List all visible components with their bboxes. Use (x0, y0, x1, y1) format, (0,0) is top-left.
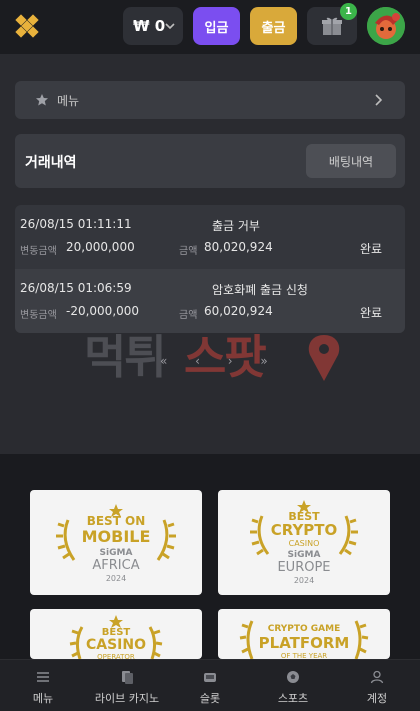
chevron-right-icon (375, 94, 383, 106)
award-card: BEST ON MOBILE SiGMA AFRICA 2024 (30, 490, 202, 595)
change-label: 변동금액 (20, 310, 57, 321)
award-card: BEST CASINO OPERATOR (30, 609, 202, 661)
balance-amount: ₩ 0 (133, 17, 166, 35)
ball-icon (287, 671, 299, 683)
user-icon (370, 670, 384, 684)
nav-item-account[interactable]: 계정 (352, 660, 402, 711)
award-region: AFRICA (92, 558, 140, 573)
transactions-header: 거래내역 배팅내역 (15, 134, 405, 188)
chevron-down-icon (165, 23, 175, 30)
avatar[interactable] (367, 7, 405, 45)
nav-label: 라이브 카지노 (94, 692, 160, 705)
bet-history-button[interactable]: 배팅내역 (306, 144, 396, 178)
amount-label: 금액 (179, 246, 198, 257)
svg-text:먹튀: 먹튀 (84, 330, 165, 384)
nav-item-sports[interactable]: 스포츠 (268, 660, 318, 711)
award-sub: SiGMA (99, 548, 133, 558)
menu-label: 메뉴 (57, 93, 80, 108)
gift-count-badge: 1 (340, 3, 357, 20)
row-status: 완료 (360, 242, 383, 256)
table-row[interactable]: 26/08/15 01:11:11 출금 거부 변동금액 20,000,000 … (15, 205, 405, 269)
nav-item-slots[interactable]: 슬롯 (185, 660, 235, 711)
nav-label: 메뉴 (32, 692, 54, 705)
bottom-nav: 메뉴 라이브 카지노 슬롯 스포츠 계정 (0, 659, 420, 711)
award-card: CRYPTO GAME PLATFORM OF THE YEAR (218, 609, 390, 660)
row-change: 20,000,000 (66, 240, 135, 254)
award-year: 2024 (105, 574, 127, 583)
award-top: BEST ON (86, 514, 146, 528)
award-card: BEST CRYPTO CASINO SiGMA EUROPE 2024 (218, 490, 390, 595)
row-status: 완료 (360, 306, 383, 320)
nav-label: 슬롯 (199, 692, 221, 705)
award-main: PLATFORM (258, 634, 350, 652)
slot-icon (204, 673, 216, 682)
page-title: 거래내역 (25, 155, 77, 171)
brand-logo-icon[interactable] (14, 13, 40, 39)
nav-item-menu[interactable]: 메뉴 (18, 660, 68, 711)
balance-dropdown[interactable]: ₩ 0 (123, 7, 183, 45)
withdraw-button[interactable]: 출금 (250, 7, 297, 45)
row-change: -20,000,000 (66, 304, 140, 318)
award-year: 2024 (293, 576, 315, 585)
nav-item-live-casino[interactable]: 라이브 카지노 (82, 660, 172, 711)
avatar-image-icon (367, 7, 405, 45)
award-top: CRYPTO GAME (267, 624, 341, 634)
award-region: EUROPE (277, 560, 331, 575)
nav-label: 계정 (366, 692, 388, 705)
row-title: 암호화폐 출금 신청 (212, 283, 308, 297)
cards-icon (122, 671, 133, 684)
award-main: MOBILE (81, 527, 151, 546)
pagination[interactable]: « ‹ › » (160, 354, 280, 368)
star-icon (36, 94, 48, 106)
award-main: CASINO (85, 637, 147, 653)
table-row[interactable]: 26/08/15 01:06:59 암호화폐 출금 신청 변동금액 -20,00… (15, 269, 405, 333)
nav-label: 스포츠 (277, 692, 309, 705)
deposit-button[interactable]: 입금 (193, 7, 240, 45)
row-amount: 80,020,924 (204, 240, 273, 254)
award-main: CRYPTO (270, 521, 338, 539)
menu-icon (37, 672, 49, 682)
menu-bar[interactable]: 메뉴 (15, 81, 405, 119)
transactions-list: 26/08/15 01:11:11 출금 거부 변동금액 20,000,000 … (15, 205, 405, 333)
award-sub2: CASINO (288, 539, 320, 548)
row-date: 26/08/15 01:11:11 (20, 217, 132, 231)
row-date: 26/08/15 01:06:59 (20, 281, 132, 295)
amount-label: 금액 (179, 310, 198, 321)
row-title: 출금 거부 (212, 219, 260, 233)
award-sub: SiGMA (287, 550, 321, 560)
change-label: 변동금액 (20, 246, 57, 257)
top-header: ₩ 0 입금 출금 1 (0, 0, 420, 54)
row-amount: 60,020,924 (204, 304, 273, 318)
gift-icon (322, 17, 342, 35)
